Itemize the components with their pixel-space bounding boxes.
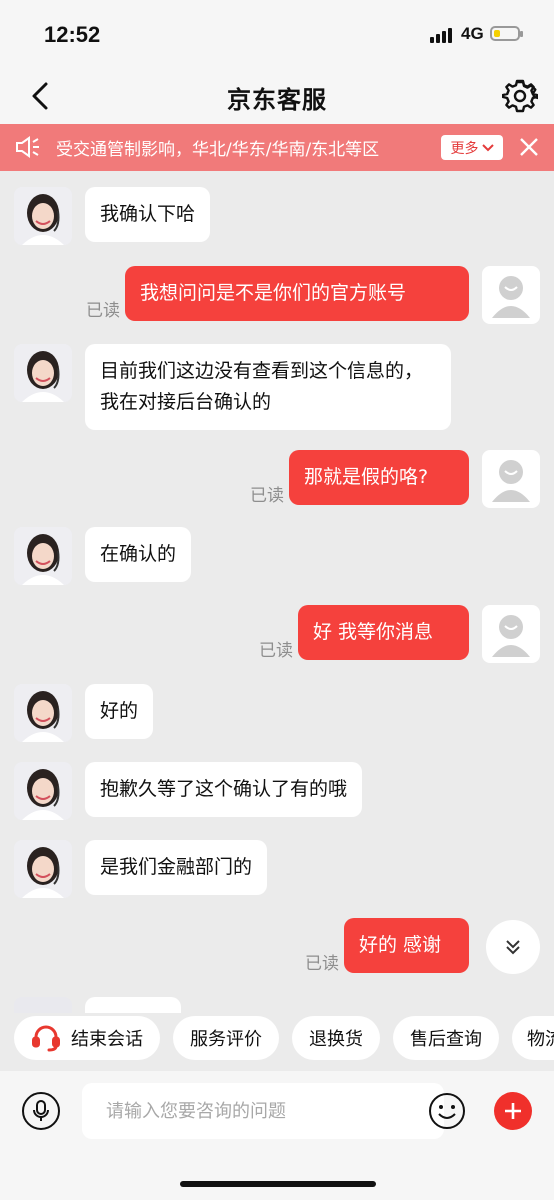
chevron-down-icon — [481, 143, 494, 151]
user-avatar-icon — [492, 615, 530, 657]
page-title: 京东客服 — [227, 86, 327, 114]
status-time: 12:52 — [44, 22, 101, 47]
settings-button[interactable] — [501, 78, 538, 114]
avatar-agent — [14, 527, 72, 585]
after-sales-query-chip[interactable]: 售后查询 — [393, 1016, 499, 1060]
agent-avatar-icon — [14, 344, 72, 402]
input-bar — [0, 1071, 554, 1200]
notice-text: 受交通管制影响，华北/华东/华南/东北等区 — [56, 140, 380, 160]
read-receipt: 已读 — [305, 954, 339, 974]
avatar-agent — [14, 187, 72, 245]
agent-avatar-icon — [14, 762, 72, 820]
chip-label: 结束会话 — [71, 1029, 143, 1050]
plus-icon — [505, 1103, 521, 1119]
headset-icon — [32, 1025, 60, 1052]
service-rating-chip[interactable]: 服务评价 — [173, 1016, 279, 1060]
message-bubble-agent[interactable]: 在确认的 — [85, 527, 192, 582]
double-chevron-down-icon — [506, 940, 520, 955]
emoji-icon[interactable] — [428, 1092, 466, 1130]
user-avatar-icon — [492, 276, 530, 318]
nav-bar: 京东客服 — [0, 70, 554, 124]
close-icon[interactable] — [518, 136, 540, 158]
gear-icon — [501, 79, 538, 113]
chat-area[interactable]: 我确认下哈 已读 我想问问是不是你们的官方账号 目前我们这边没有查看到这个信息的… — [0, 171, 554, 1013]
message-bubble-agent[interactable]: 好的 — [85, 684, 154, 739]
message-bubble-agent[interactable]: 是我们金融部门的 — [85, 840, 268, 895]
avatar-user — [482, 450, 540, 508]
avatar-agent — [14, 684, 72, 742]
signal-icon — [430, 28, 452, 43]
read-receipt: 已读 — [259, 641, 293, 661]
message-bubble-user[interactable]: 好的 感谢 — [344, 918, 469, 973]
agent-avatar-icon — [14, 840, 72, 898]
user-avatar-icon — [492, 460, 530, 502]
message-bubble-user[interactable]: 我想问问是不是你们的官方账号 — [125, 266, 469, 321]
message-bubble-user[interactable]: 那就是假的咯? — [289, 450, 469, 505]
microphone-icon — [33, 1100, 49, 1121]
avatar-user — [482, 266, 540, 324]
battery-icon — [490, 26, 523, 41]
end-session-chip[interactable]: 结束会话 — [14, 1016, 160, 1060]
read-receipt: 已读 — [250, 486, 284, 506]
home-indicator — [180, 1181, 376, 1187]
message-input[interactable] — [82, 1083, 444, 1139]
scroll-to-bottom-button[interactable] — [486, 920, 540, 974]
speaker-icon — [16, 136, 39, 158]
message-bubble-agent[interactable]: 目前我们这边没有查看到这个信息的，我在对接后台确认的 — [85, 344, 451, 430]
logistics-chip[interactable]: 物流 — [512, 1016, 554, 1060]
message-bubble-agent-partial — [85, 997, 181, 1013]
avatar-user — [482, 605, 540, 663]
avatar-agent — [14, 344, 72, 402]
agent-avatar-icon — [14, 187, 72, 245]
quick-actions-bar: 结束会话 服务评价 退换货 售后查询 物流 — [0, 1013, 554, 1071]
more-button[interactable]: 更多 — [441, 135, 503, 160]
avatar-agent — [14, 840, 72, 898]
message-bubble-agent[interactable]: 抱歉久等了这个确认了有的哦 — [85, 762, 363, 817]
status-bar: 12:52 4G — [0, 0, 554, 70]
add-button[interactable] — [494, 1092, 532, 1130]
message-bubble-user[interactable]: 好 我等你消息 — [298, 605, 469, 660]
avatar-agent — [14, 997, 72, 1013]
message-bubble-agent[interactable]: 我确认下哈 — [85, 187, 211, 242]
return-exchange-chip[interactable]: 退换货 — [292, 1016, 380, 1060]
notice-banner: 受交通管制影响，华北/华东/华南/东北等区 更多 — [0, 124, 554, 171]
agent-avatar-icon — [14, 684, 72, 742]
voice-button[interactable] — [22, 1092, 60, 1130]
network-type: 4G — [461, 24, 484, 43]
agent-avatar-icon — [14, 527, 72, 585]
read-receipt: 已读 — [86, 301, 120, 321]
more-label: 更多 — [450, 140, 479, 157]
avatar-agent — [14, 762, 72, 820]
